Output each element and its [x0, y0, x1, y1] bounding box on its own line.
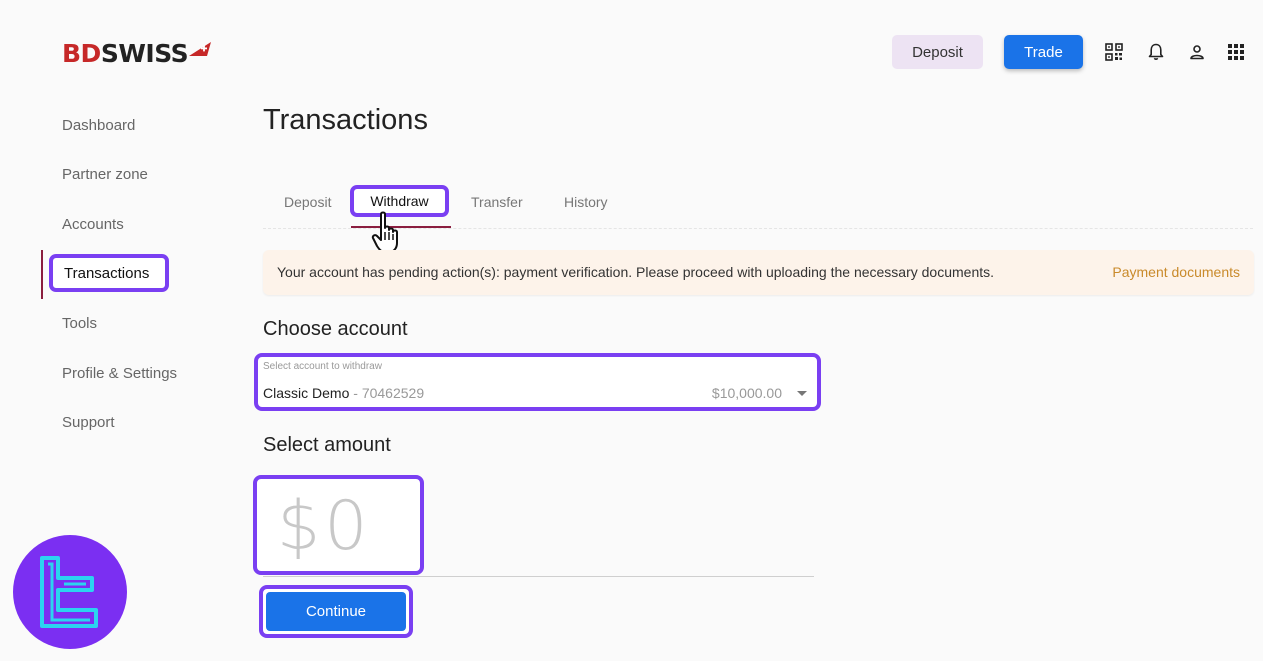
logo-part-bd: BD: [62, 38, 101, 68]
bell-icon[interactable]: [1146, 42, 1166, 62]
qr-code-icon[interactable]: [1104, 42, 1124, 62]
pending-action-notice: Your account has pending action(s): paym…: [263, 250, 1254, 295]
account-name: Classic Demo: [263, 385, 350, 401]
sidebar-item-transactions[interactable]: Transactions: [49, 254, 169, 292]
continue-highlight: Continue: [259, 585, 413, 638]
continue-button[interactable]: Continue: [266, 592, 406, 631]
account-separator: -: [349, 385, 362, 401]
choose-account-heading: Choose account: [263, 318, 408, 340]
header-deposit-button[interactable]: Deposit: [892, 35, 983, 69]
amount-underline: [263, 576, 814, 577]
select-amount-heading: Select amount: [263, 434, 391, 456]
swiss-flag-icon: [189, 41, 212, 56]
page-title: Transactions: [263, 104, 428, 136]
amount-value: $0: [277, 487, 372, 566]
watermark-glyph-icon: [40, 556, 98, 628]
tab-transfer[interactable]: Transfer: [471, 194, 523, 210]
dropdown-arrow-icon[interactable]: [797, 391, 807, 396]
sidebar-item-partner-zone[interactable]: Partner zone: [62, 166, 148, 183]
header-trade-button[interactable]: Trade: [1004, 35, 1083, 69]
sidebar-active-indicator: [41, 250, 43, 299]
account-number: 70462529: [361, 385, 425, 401]
sidebar-item-support[interactable]: Support: [62, 414, 115, 431]
user-icon[interactable]: [1187, 42, 1207, 62]
tabs-divider: [263, 228, 1253, 229]
account-select[interactable]: Select account to withdraw Classic Demo …: [254, 353, 821, 411]
apps-grid-icon[interactable]: [1226, 42, 1246, 62]
sidebar-item-accounts[interactable]: Accounts: [62, 216, 124, 233]
notice-text: Your account has pending action(s): paym…: [277, 264, 995, 280]
tab-deposit[interactable]: Deposit: [284, 194, 331, 210]
account-select-label: Select account to withdraw: [263, 361, 382, 372]
brand-logo[interactable]: BD SWISS: [62, 38, 212, 68]
logo-part-swiss: SWISS: [100, 38, 189, 68]
selected-account: Classic Demo - 70462529: [263, 385, 424, 401]
sidebar-item-dashboard[interactable]: Dashboard: [62, 117, 135, 134]
tab-history[interactable]: History: [564, 194, 608, 210]
amount-input[interactable]: $0: [253, 475, 424, 575]
payment-documents-link[interactable]: Payment documents: [1112, 264, 1240, 280]
sidebar-item-tools[interactable]: Tools: [62, 315, 97, 332]
watermark-logo: [13, 535, 127, 649]
sidebar-item-profile-settings[interactable]: Profile & Settings: [62, 365, 177, 382]
account-balance: $10,000.00: [711, 385, 782, 401]
